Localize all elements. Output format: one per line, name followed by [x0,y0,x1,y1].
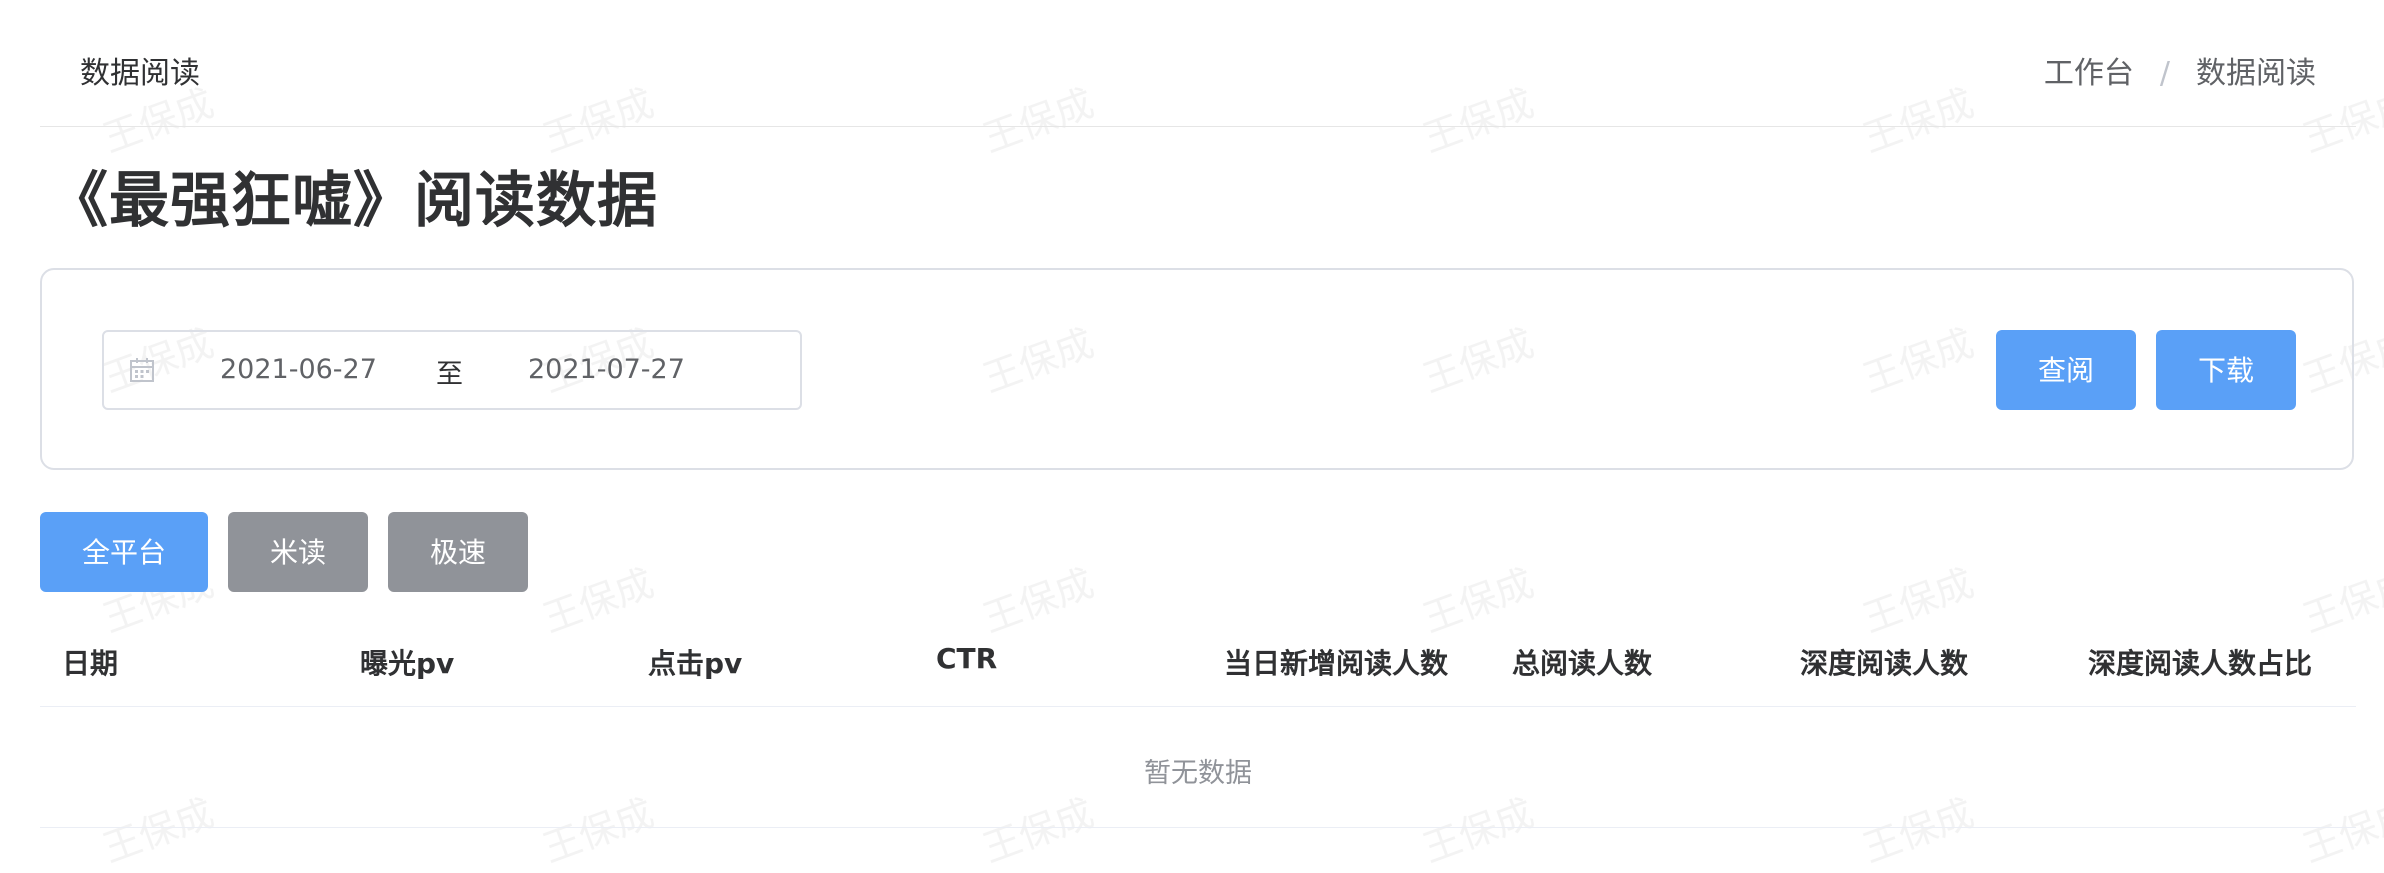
header-page-name: 数据阅读 [80,56,200,91]
column-header-deep-readers: 深度阅读人数 [1800,647,1969,680]
start-date-input[interactable]: 2021-06-27 [220,354,377,385]
column-header-ctr: CTR [936,642,998,675]
calendar-icon [128,356,156,384]
column-header-exposure-pv: 曝光pv [360,647,455,680]
platform-tab-fast[interactable]: 极速 [388,512,528,592]
page-title: 《最强狂嘘》阅读数据 [48,166,658,236]
table-header: 日期 曝光pv 点击pv CTR 当日新增阅读人数 总阅读人数 深度阅读人数 深… [40,620,2356,707]
download-button[interactable]: 下载 [2156,330,2296,410]
filter-card: 2021-06-27 至 2021-07-27 查阅 下载 [40,268,2354,470]
column-header-click-pv: 点击pv [648,647,743,680]
end-date-input[interactable]: 2021-07-27 [528,354,685,385]
date-range-picker[interactable]: 2021-06-27 至 2021-07-27 [102,330,802,410]
platform-tab-midu[interactable]: 米读 [228,512,368,592]
breadcrumb-current: 数据阅读 [2196,56,2316,91]
empty-state-text: 暂无数据 [1144,758,1252,789]
column-header-deep-readers-ratio: 深度阅读人数占比 [2088,647,2313,680]
table-empty-row: 暂无数据 [40,707,2356,828]
breadcrumb: 工作台 / 数据阅读 [2044,48,2316,92]
column-header-total-readers: 总阅读人数 [1512,647,1653,680]
breadcrumb-home-link[interactable]: 工作台 [2044,56,2134,91]
top-header: 数据阅读 工作台 / 数据阅读 [40,0,2356,127]
breadcrumb-separator: / [2159,56,2170,91]
data-table: 日期 曝光pv 点击pv CTR 当日新增阅读人数 总阅读人数 深度阅读人数 深… [40,620,2356,828]
date-range-separator: 至 [436,359,463,390]
column-header-new-readers: 当日新增阅读人数 [1224,647,1449,680]
platform-tab-all[interactable]: 全平台 [40,512,208,592]
column-header-date: 日期 [62,647,119,680]
query-button[interactable]: 查阅 [1996,330,2136,410]
